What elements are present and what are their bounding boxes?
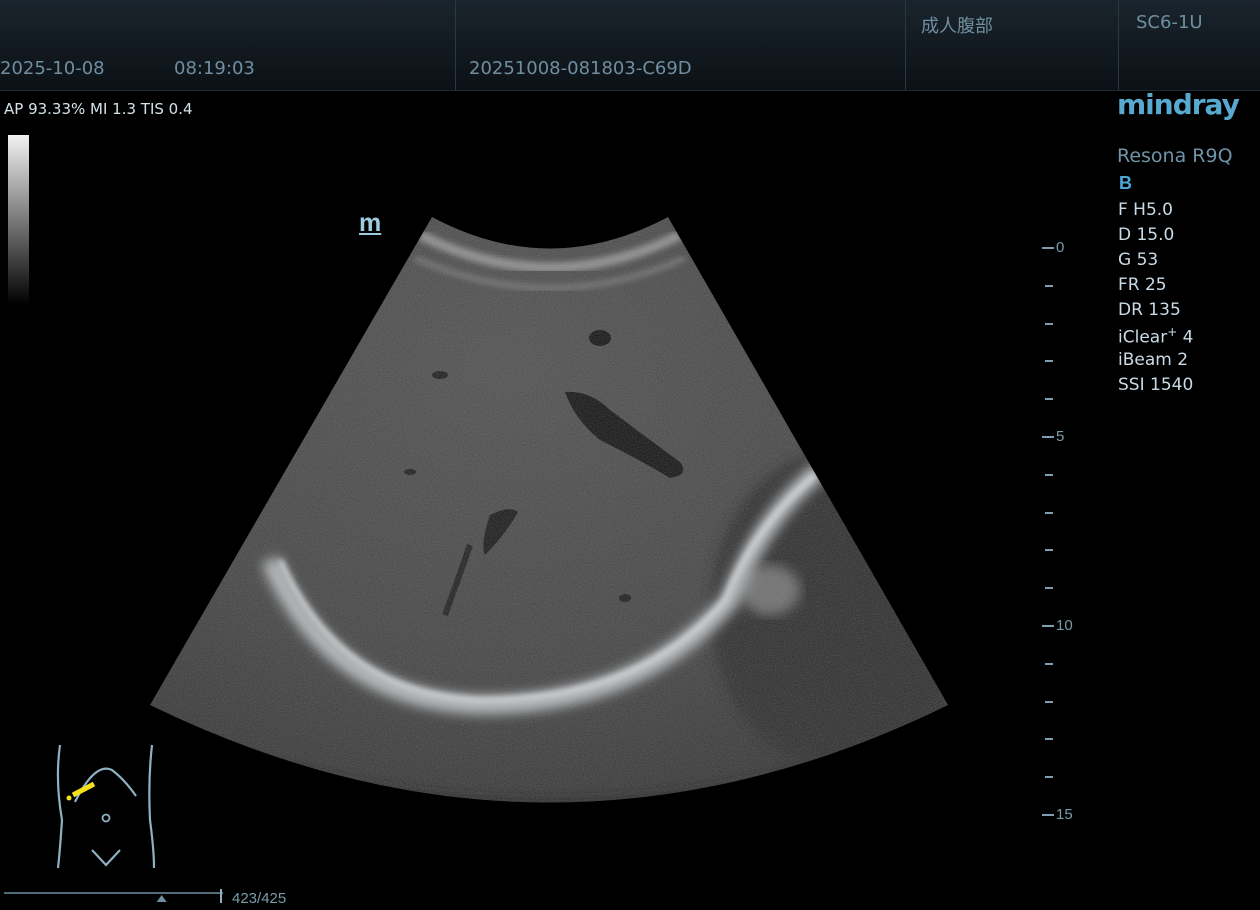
depth-tick xyxy=(1045,284,1053,287)
param-ssi[interactable]: SSI 1540 xyxy=(1118,375,1193,395)
cine-slider[interactable] xyxy=(1,889,231,907)
depth-tick xyxy=(1045,511,1053,514)
device-model: Resona R9Q xyxy=(1117,145,1233,167)
mindray-logo: mindray xyxy=(1117,88,1240,121)
depth-tick xyxy=(1042,625,1054,627)
depth-label: 5 xyxy=(1056,428,1065,445)
depth-tick xyxy=(1045,738,1053,741)
param-depth[interactable]: D 15.0 xyxy=(1118,225,1174,245)
param-gain[interactable]: G 53 xyxy=(1118,250,1158,270)
iclear-label: iClear xyxy=(1118,327,1168,348)
depth-tick xyxy=(1045,662,1053,665)
depth-tick xyxy=(1045,700,1053,703)
param-ibeam[interactable]: iBeam 2 xyxy=(1118,350,1188,370)
cine-thumb[interactable] xyxy=(156,895,167,902)
probe-name[interactable]: SC6-1U xyxy=(1136,12,1203,33)
depth-tick xyxy=(1045,587,1053,590)
iclear-sup: + xyxy=(1167,325,1178,339)
depth-tick xyxy=(1042,814,1054,816)
depth-tick xyxy=(1045,360,1053,363)
depth-tick xyxy=(1045,473,1053,476)
body-mark-icon xyxy=(56,744,156,869)
depth-tick xyxy=(1045,776,1053,779)
depth-label: 0 xyxy=(1056,239,1065,256)
imaging-mode[interactable]: B xyxy=(1119,173,1132,194)
depth-label: 15 xyxy=(1056,806,1073,823)
depth-tick xyxy=(1042,247,1054,249)
cine-frame-counter: 423/425 xyxy=(232,890,287,907)
depth-tick xyxy=(1045,398,1053,401)
param-frame-rate[interactable]: FR 25 xyxy=(1118,275,1167,295)
depth-tick xyxy=(1045,549,1053,552)
iclear-value: 4 xyxy=(1177,327,1194,348)
param-frequency[interactable]: F H5.0 xyxy=(1118,200,1173,220)
depth-tick xyxy=(1045,322,1053,325)
header-divider xyxy=(1118,0,1119,90)
depth-label: 10 xyxy=(1056,617,1073,634)
depth-tick xyxy=(1042,436,1054,438)
param-iclear[interactable]: iClear+ 4 xyxy=(1118,325,1193,348)
param-dynamic-range[interactable]: DR 135 xyxy=(1118,300,1181,320)
